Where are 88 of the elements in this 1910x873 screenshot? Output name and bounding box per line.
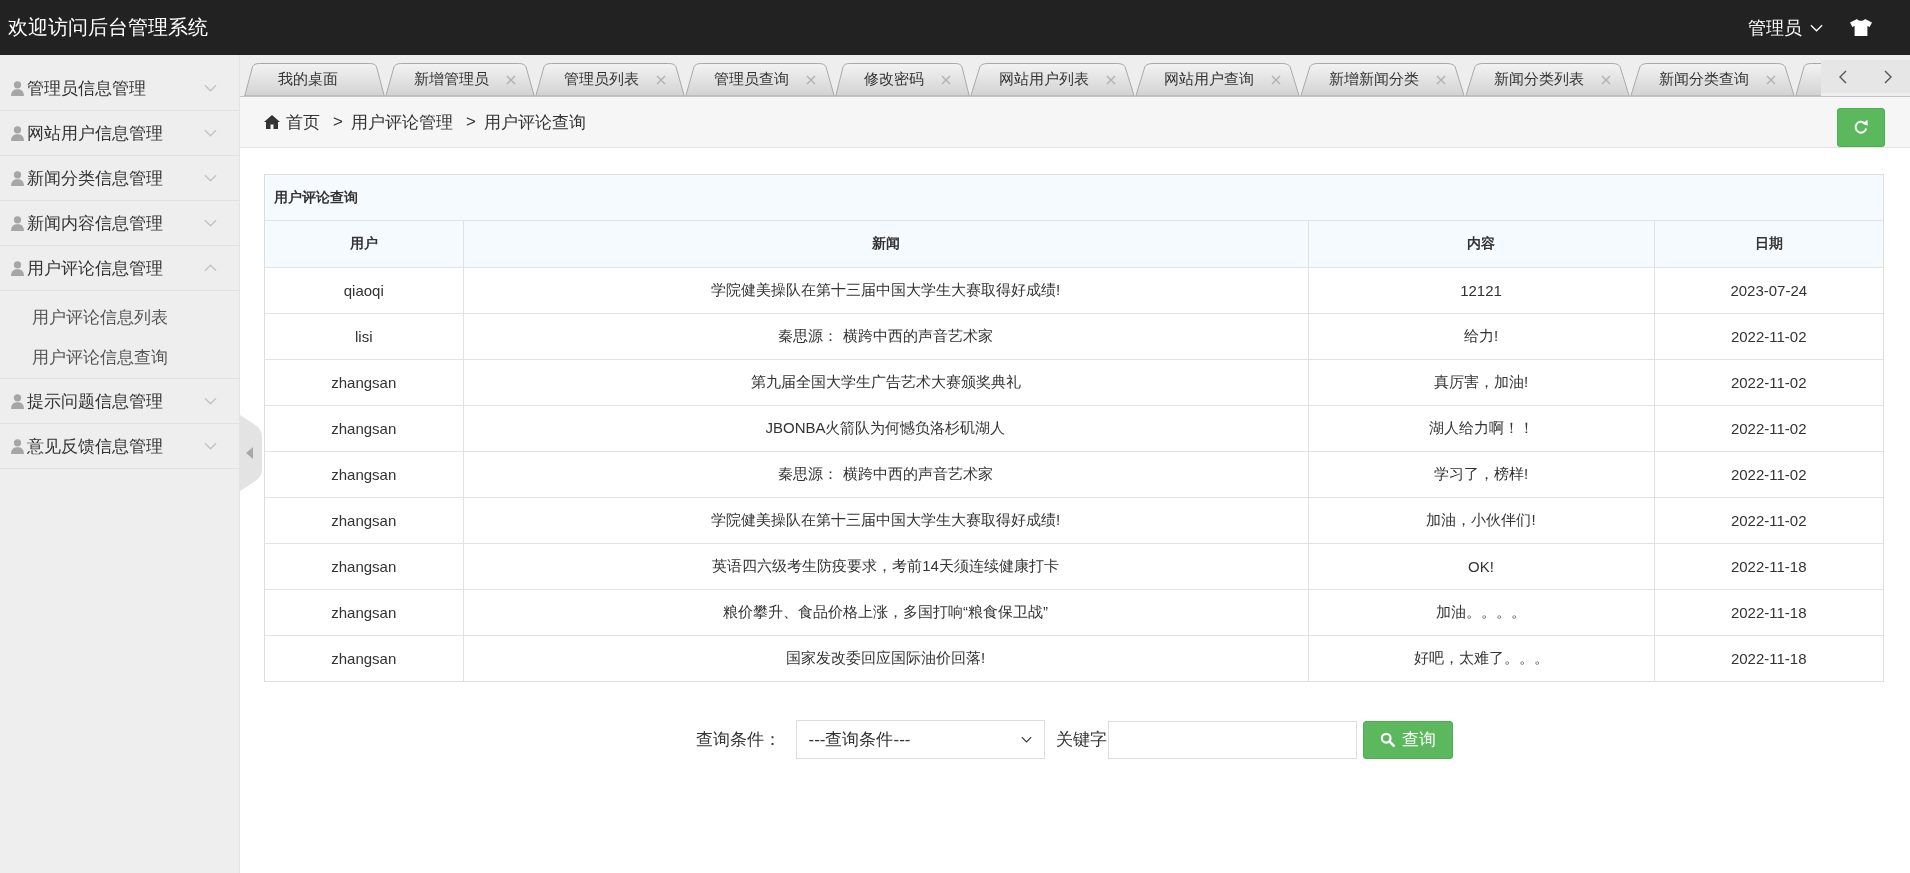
tab[interactable]: 修改密码 xyxy=(835,63,970,96)
user-icon xyxy=(11,438,24,454)
chevron-right-icon xyxy=(1883,69,1892,84)
user-icon xyxy=(11,393,24,409)
table-cell: 秦思源： 横跨中西的声音艺术家 xyxy=(463,313,1308,359)
table-cell: zhangsan xyxy=(265,359,463,405)
table-cell: zhangsan xyxy=(265,589,463,635)
user-icon xyxy=(11,260,24,276)
table-cell: 英语四六级考生防疫要求，考前14天须连续健康打卡 xyxy=(463,543,1308,589)
sidebar-toggle-button[interactable] xyxy=(240,415,262,491)
close-icon[interactable] xyxy=(1601,74,1611,85)
table-cell: 给力! xyxy=(1308,313,1654,359)
user-icon xyxy=(11,80,24,96)
tab[interactable]: 新增管理员 xyxy=(385,63,535,96)
sidebar-menu-item[interactable]: 提示问题信息管理 xyxy=(0,379,239,424)
close-icon[interactable] xyxy=(806,74,816,85)
user-icon xyxy=(11,170,24,186)
table-cell: OK! xyxy=(1308,543,1654,589)
close-icon[interactable] xyxy=(656,74,666,85)
sidebar-submenu-item[interactable]: 用户评论信息查询 xyxy=(0,338,239,378)
table-cell: lisi xyxy=(265,313,463,359)
shirt-icon[interactable] xyxy=(1850,19,1872,36)
table-cell: zhangsan xyxy=(265,635,463,681)
tab[interactable]: 管理员列表 xyxy=(535,63,685,96)
partial-tab[interactable] xyxy=(1795,63,1821,96)
chevron-down-icon xyxy=(1810,23,1823,32)
refresh-button[interactable] xyxy=(1837,107,1885,147)
tab[interactable]: 新闻分类列表 xyxy=(1465,63,1630,96)
caret-left-icon xyxy=(246,447,253,459)
user-menu-button[interactable]: 管理员 xyxy=(1748,15,1823,40)
keyword-label: 关键字 xyxy=(1055,729,1107,751)
table-cell: 12121 xyxy=(1308,267,1654,313)
table-cell: zhangsan xyxy=(265,405,463,451)
search-icon xyxy=(1379,732,1395,747)
table-cell: 真厉害，加油! xyxy=(1308,359,1654,405)
sidebar-menu-item[interactable]: 网站用户信息管理 xyxy=(0,111,239,156)
user-icon xyxy=(11,125,24,141)
column-header: 用户 xyxy=(265,221,463,267)
close-icon[interactable] xyxy=(1271,74,1281,85)
table-cell: 2022-11-18 xyxy=(1654,635,1883,681)
table-cell: 加油，小伙伴们! xyxy=(1308,497,1654,543)
breadcrumb-separator: > xyxy=(465,112,476,132)
column-header: 日期 xyxy=(1654,221,1883,267)
table-cell: 粮价攀升、食品价格上涨，多国打响“粮食保卫战” xyxy=(463,589,1308,635)
close-icon[interactable] xyxy=(1106,74,1116,85)
table-cell: 学习了，榜样! xyxy=(1308,451,1654,497)
user-icon xyxy=(11,215,24,231)
sidebar-menu-item[interactable]: 新闻内容信息管理 xyxy=(0,201,239,246)
keyword-input[interactable] xyxy=(1107,720,1357,759)
table-cell: qiaoqi xyxy=(265,267,463,313)
tab[interactable]: 管理员查询 xyxy=(685,63,835,96)
sidebar-menu-item[interactable]: 管理员信息管理 xyxy=(0,66,239,111)
tab[interactable]: 我的桌面 xyxy=(244,63,385,96)
breadcrumb-link[interactable]: 首页 xyxy=(264,110,320,134)
breadcrumb-link[interactable]: 用户评论管理 xyxy=(350,110,453,134)
breadcrumb-separator: > xyxy=(333,112,343,132)
chevron-down-icon xyxy=(1020,736,1032,743)
table-cell: 第九届全国大学生广告艺术大赛颁奖典礼 xyxy=(463,359,1308,405)
table-cell: 秦思源： 横跨中西的声音艺术家 xyxy=(463,451,1308,497)
table-cell: zhangsan xyxy=(265,543,463,589)
table-cell: zhangsan xyxy=(265,451,463,497)
sidebar-menu-item[interactable]: 用户评论信息管理 xyxy=(0,246,239,291)
sidebar-menu-item[interactable]: 意见反馈信息管理 xyxy=(0,424,239,469)
close-icon[interactable] xyxy=(506,74,516,85)
sidebar-menu-item[interactable]: 新闻分类信息管理 xyxy=(0,156,239,201)
sidebar-submenu-item[interactable]: 用户评论信息列表 xyxy=(0,298,239,338)
column-header: 新闻 xyxy=(463,221,1308,267)
panel-heading: 用户评论查询 xyxy=(265,175,1883,221)
chevron-left-icon xyxy=(1839,69,1848,84)
close-icon[interactable] xyxy=(941,74,951,85)
condition-select[interactable]: ---查询条件--- xyxy=(795,720,1045,759)
table-cell: 学院健美操队在第十三届中国大学生大赛取得好成绩! xyxy=(463,267,1308,313)
column-header: 内容 xyxy=(1308,221,1654,267)
table-cell: 学院健美操队在第十三届中国大学生大赛取得好成绩! xyxy=(463,497,1308,543)
table-cell: 湖人给力啊！！ xyxy=(1308,405,1654,451)
tab[interactable]: 网站用户查询 xyxy=(1135,63,1300,96)
table-cell: 加油。。。。 xyxy=(1308,589,1654,635)
close-icon[interactable] xyxy=(1436,74,1446,85)
condition-label: 查询条件： xyxy=(695,729,781,751)
table-cell: zhangsan xyxy=(265,497,463,543)
app-title: 欢迎访问后台管理系统 xyxy=(8,15,208,40)
home-icon xyxy=(264,115,280,129)
tab[interactable]: 新增新闻分类 xyxy=(1300,63,1465,96)
refresh-icon xyxy=(1853,119,1869,135)
close-icon[interactable] xyxy=(1766,74,1776,85)
breadcrumb-current: 用户评论查询 xyxy=(483,111,586,134)
tab[interactable]: 网站用户列表 xyxy=(970,63,1135,96)
table-cell: JBONBA火箭队为何憾负洛杉矶湖人 xyxy=(463,405,1308,451)
